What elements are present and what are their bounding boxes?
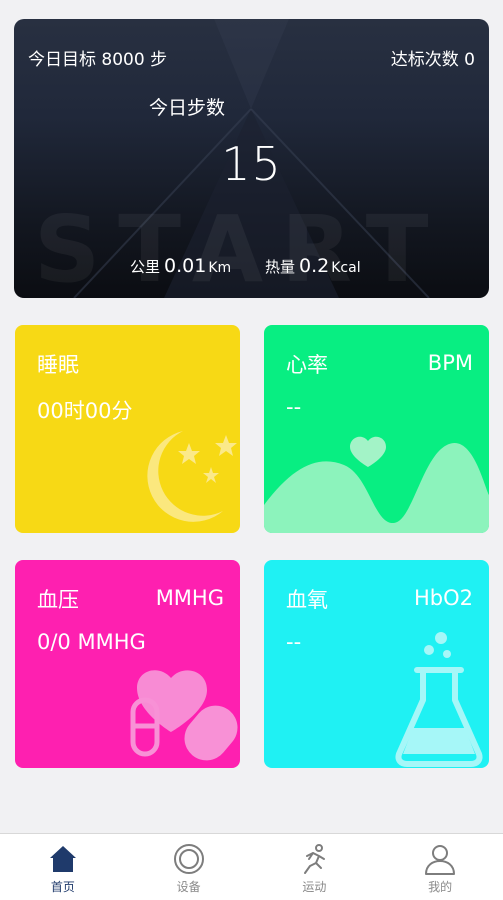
heart-wave-icon — [264, 436, 489, 533]
distance-stat: 公里 0.01 Km — [130, 255, 231, 277]
flask-icon — [395, 632, 483, 767]
sleep-card[interactable]: 睡眠 00时00分 — [15, 325, 240, 533]
heart-rate-card[interactable]: 心率 BPM -- — [264, 325, 489, 533]
goal-reached-count: 达标次数 0 — [390, 50, 475, 70]
runner-icon — [304, 844, 326, 874]
steps-label: 今日步数 — [149, 97, 226, 119]
home-icon — [49, 846, 76, 872]
distance-value: 0.01 — [164, 255, 207, 277]
calorie-value: 0.2 — [299, 255, 330, 277]
blood-pressure-card[interactable]: 血压 MMHG 0/0 MMHG — [15, 560, 240, 768]
svg-text:START: START — [34, 196, 447, 298]
calorie-stat: 热量 0.2 Kcal — [265, 255, 361, 277]
heart-rate-unit: BPM — [427, 351, 473, 375]
blood-oxygen-card[interactable]: 血氧 HbO2 -- — [264, 560, 489, 768]
tab-sport[interactable]: 运动 — [252, 834, 378, 900]
tab-home[interactable]: 首页 — [0, 834, 126, 900]
user-icon — [425, 845, 456, 875]
sleep-title: 睡眠 — [37, 353, 79, 377]
device-icon — [173, 844, 204, 874]
steps-value: 15 — [221, 137, 282, 191]
tab-home-label: 首页 — [50, 880, 75, 894]
daily-summary-card[interactable]: START 今日目标 8000 步 达标次数 0 今日步数 15 公里 0.01 K… — [14, 19, 489, 298]
blood-pressure-unit: MMHG — [155, 586, 224, 610]
tab-profile-label: 我的 — [428, 880, 453, 894]
blood-pressure-value: 0/0 MMHG — [37, 630, 146, 654]
blood-oxygen-unit: HbO2 — [413, 586, 473, 610]
calorie-unit: Kcal — [331, 260, 361, 276]
heart-rate-value: -- — [286, 395, 302, 419]
heart-rate-title: 心率 — [286, 353, 328, 377]
blood-oxygen-value: -- — [286, 630, 302, 654]
distance-label: 公里 — [130, 258, 161, 276]
bottom-tab-bar: 首页 设备 运动 我的 — [0, 833, 503, 900]
blood-pressure-title: 血压 — [37, 588, 79, 612]
moon-stars-icon — [147, 431, 237, 522]
sleep-value: 00时00分 — [37, 399, 133, 423]
tab-device[interactable]: 设备 — [126, 834, 252, 900]
heart-pill-icon — [130, 670, 238, 761]
daily-goal-text: 今日目标 8000 步 — [28, 50, 168, 70]
distance-unit: Km — [208, 260, 232, 276]
blood-oxygen-title: 血氧 — [286, 588, 328, 612]
calorie-label: 热量 — [265, 258, 296, 276]
tab-device-label: 设备 — [176, 880, 201, 894]
tab-sport-label: 运动 — [302, 880, 327, 894]
tab-profile[interactable]: 我的 — [377, 834, 503, 900]
